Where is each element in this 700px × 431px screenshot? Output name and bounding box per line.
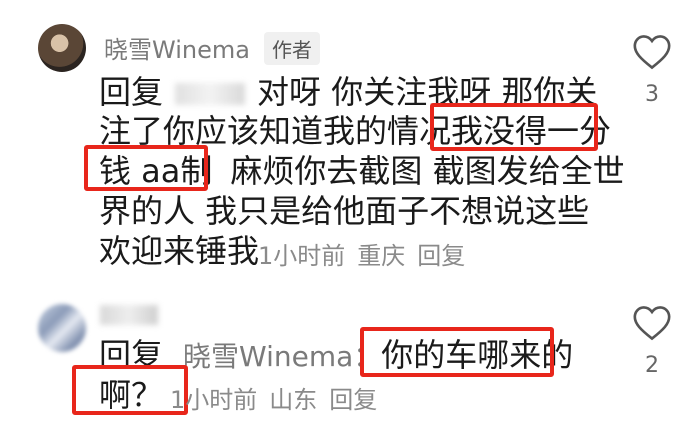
comment-text: 麻烦你去截图 截图发给全世 xyxy=(230,152,625,190)
reply-link[interactable]: 回复 xyxy=(329,386,377,414)
highlight-box xyxy=(430,103,598,151)
timestamp: 1小时前 xyxy=(258,242,346,270)
timestamp: 1小时前 xyxy=(170,386,258,414)
like-count: 3 xyxy=(645,82,659,107)
heart-icon[interactable] xyxy=(632,305,672,341)
like-group: 3 xyxy=(628,34,676,107)
comment-line: 界的人 我只是给他面子不想说这些 xyxy=(99,192,590,230)
location: 山东 xyxy=(269,386,318,414)
redacted-username xyxy=(175,83,246,105)
avatar[interactable] xyxy=(38,24,86,72)
redacted-username[interactable] xyxy=(100,305,158,325)
heart-icon[interactable] xyxy=(632,34,672,70)
reply-to-user[interactable]: 晓雪Winema： xyxy=(183,340,381,373)
comment-meta: 1小时前 山东 回复 xyxy=(170,380,389,415)
comment-item: 晓雪Winema 作者 回复 对呀 你关注我呀 那你关 注了你应该知道我的情况我没… xyxy=(0,0,700,285)
highlight-box xyxy=(360,327,554,377)
avatar[interactable] xyxy=(38,304,86,352)
reply-prefix: 回复 xyxy=(99,73,164,111)
highlight-box xyxy=(84,145,208,191)
location: 重庆 xyxy=(357,242,406,270)
comment-item: 回复 晓雪Winema：你的车哪来的 啊？ 1小时前 山东 回复 2 xyxy=(0,285,700,431)
username[interactable]: 晓雪Winema xyxy=(104,30,250,65)
comment-text: 欢迎来锤我 xyxy=(99,232,260,270)
comment-line: 欢迎来锤我 xyxy=(99,231,259,271)
comment-meta: 1小时前 重庆 回复 xyxy=(258,236,477,271)
comment-list: 晓雪Winema 作者 回复 对呀 你关注我呀 那你关 注了你应该知道我的情况我没… xyxy=(0,0,700,431)
author-badge: 作者 xyxy=(264,32,320,65)
like-group: 2 xyxy=(628,305,676,378)
like-count: 2 xyxy=(645,353,659,378)
reply-link[interactable]: 回复 xyxy=(417,242,465,270)
